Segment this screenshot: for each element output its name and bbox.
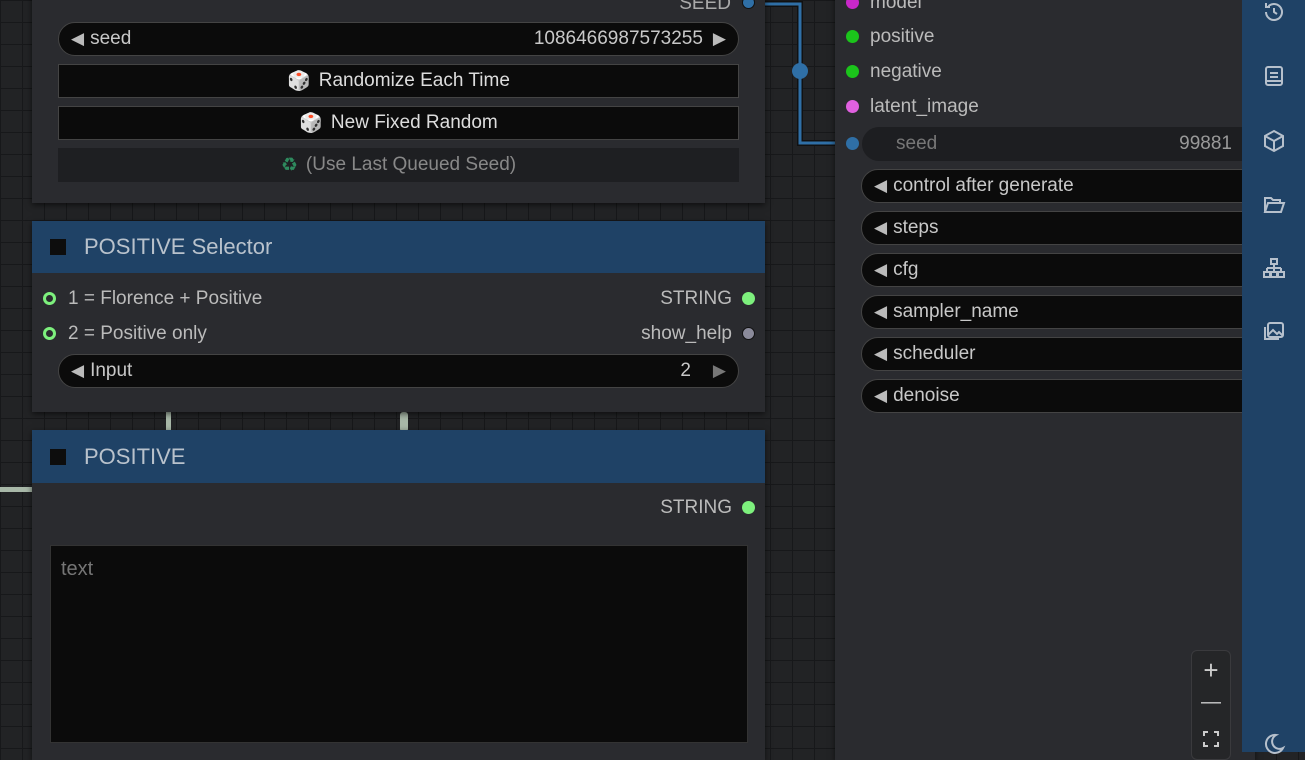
- zoom-in-button[interactable]: +: [1192, 655, 1230, 686]
- input-slot-latent[interactable]: [846, 100, 859, 113]
- output-slot-string[interactable]: [742, 501, 755, 514]
- widget-label: steps: [893, 217, 939, 238]
- history-icon[interactable]: [1262, 0, 1286, 24]
- input-slot-positive[interactable]: [846, 30, 859, 43]
- use-last-seed-button[interactable]: ♻ (Use Last Queued Seed): [58, 148, 739, 182]
- seed-value: 99881: [1179, 133, 1232, 154]
- fit-view-icon[interactable]: [1203, 731, 1219, 747]
- widget-control-after-generate[interactable]: ◀ control after generate: [861, 169, 1281, 203]
- input-slot-model[interactable]: [846, 0, 859, 9]
- node-header[interactable]: POSITIVE: [32, 430, 765, 483]
- node-title: POSITIVE Selector: [84, 234, 273, 259]
- output-label-show-help: show_help: [641, 323, 732, 344]
- zoom-controls: + —: [1191, 650, 1231, 760]
- input-label-2: 2 = Positive only: [68, 323, 207, 344]
- seed-node[interactable]: SEED ◀ seed 1086466987573255 ▶ 🎲 Randomiz…: [32, 0, 765, 203]
- queue-list-icon[interactable]: [1262, 64, 1286, 88]
- ksampler-node[interactable]: model positive negative latent_image see…: [835, 0, 1282, 760]
- decrement-arrow-icon[interactable]: ◀: [71, 29, 84, 49]
- widget-scheduler[interactable]: ◀ scheduler: [861, 337, 1281, 371]
- input-widget-value: 2: [680, 360, 691, 381]
- input-label-1: 1 = Florence + Positive: [68, 288, 263, 309]
- fixed-label: New Fixed Random: [330, 112, 498, 133]
- dice-icon: 🎲: [287, 71, 311, 92]
- folder-open-icon[interactable]: [1262, 193, 1286, 217]
- dice-icon: 🎲: [299, 113, 323, 134]
- widget-label: cfg: [893, 259, 919, 280]
- collapse-toggle[interactable]: [50, 239, 66, 255]
- seed-output-slot[interactable]: [742, 0, 755, 9]
- model-library-cube-icon[interactable]: [1262, 129, 1286, 153]
- recycle-icon: ♻: [280, 154, 298, 176]
- output-slot-show-help[interactable]: [742, 327, 755, 340]
- seed-label: seed: [896, 133, 938, 154]
- positive-selector-node[interactable]: POSITIVE Selector 1 = Florence + Positiv…: [32, 221, 765, 412]
- zoom-out-button[interactable]: —: [1192, 691, 1230, 714]
- positive-node[interactable]: POSITIVE STRING: [32, 430, 765, 760]
- node-library-tree-icon[interactable]: [1262, 256, 1286, 280]
- text-input[interactable]: [50, 545, 748, 743]
- theme-moon-icon[interactable]: [1262, 732, 1286, 756]
- input-widget-label: Input: [90, 360, 133, 381]
- seed-widget-converted[interactable]: seed 99881: [862, 127, 1282, 161]
- input-slot-seed[interactable]: [846, 137, 859, 150]
- randomize-label: Randomize Each Time: [318, 70, 510, 91]
- decrement-arrow-icon[interactable]: ◀: [71, 361, 84, 381]
- widget-denoise[interactable]: ◀ denoise: [861, 379, 1281, 413]
- widget-label: scheduler: [893, 343, 976, 364]
- increment-arrow-icon[interactable]: ▶: [713, 29, 726, 49]
- input-label-negative: negative: [870, 61, 942, 82]
- seed-value: 1086466987573255: [533, 28, 703, 49]
- output-label-string: STRING: [660, 497, 732, 518]
- input-slot-1[interactable]: [43, 292, 56, 305]
- new-fixed-random-button[interactable]: 🎲 New Fixed Random: [58, 106, 739, 140]
- image-gallery-icon[interactable]: [1262, 320, 1286, 344]
- input-label-positive: positive: [870, 26, 935, 47]
- widget-label: control after generate: [893, 175, 1074, 196]
- node-header[interactable]: POSITIVE Selector: [32, 221, 765, 273]
- randomize-button[interactable]: 🎲 Randomize Each Time: [58, 64, 739, 98]
- widget-label: sampler_name: [893, 301, 1019, 322]
- input-widget[interactable]: ◀ Input 2 ▶: [58, 354, 739, 388]
- widget-cfg[interactable]: ◀ cfg: [861, 253, 1281, 287]
- increment-arrow-icon[interactable]: ▶: [713, 361, 726, 381]
- input-label-latent-image: latent_image: [870, 96, 979, 117]
- input-slot-2[interactable]: [43, 327, 56, 340]
- widget-steps[interactable]: ◀ steps: [861, 211, 1281, 245]
- right-sidebar: [1242, 0, 1305, 752]
- input-slot-negative[interactable]: [846, 65, 859, 78]
- collapse-toggle[interactable]: [50, 448, 66, 465]
- output-slot-string[interactable]: [742, 292, 755, 305]
- seed-label: seed: [90, 28, 132, 49]
- widget-sampler-name[interactable]: ◀ sampler_name: [861, 295, 1281, 329]
- seed-widget[interactable]: ◀ seed 1086466987573255 ▶: [58, 22, 739, 56]
- link-midpoint: [792, 63, 808, 79]
- node-title: POSITIVE: [84, 443, 186, 469]
- last-seed-label: (Use Last Queued Seed): [305, 154, 517, 175]
- seed-output-label: SEED: [679, 0, 731, 14]
- output-label-string: STRING: [660, 288, 732, 309]
- widget-label: denoise: [893, 385, 960, 406]
- input-label-model: model: [870, 0, 922, 13]
- string-link: [0, 487, 34, 492]
